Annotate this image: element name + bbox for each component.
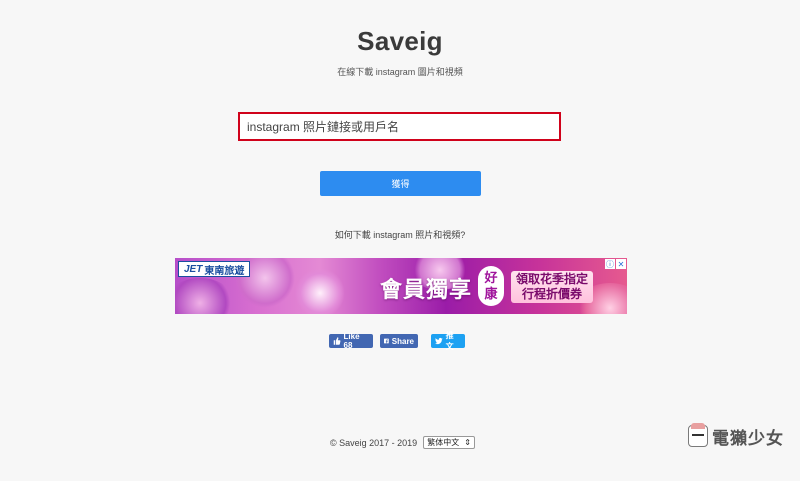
ad-close-icon[interactable]: ✕ [616,259,626,269]
search-input[interactable] [240,114,559,139]
howto-link[interactable]: 如何下載 instagram 照片和視頻? [0,228,800,241]
facebook-icon [384,338,389,344]
blossom-decoration [295,268,345,314]
ad-brand-name: 東南旅遊 [204,265,245,277]
like-label: Like 68 [343,332,360,350]
footer: © Saveig 2017 - 2019 繁体中文 ⇕ [330,436,475,449]
ad-choices: ⓘ ✕ [605,259,626,269]
mascot-face-icon [688,423,708,447]
language-value: 繁体中文 [427,438,460,447]
site-title: Saveig [357,26,443,56]
ad-headline: 會員獨享 [380,277,473,302]
ad-badge: 好 康 [478,266,504,306]
ad-brand-logo: JET 東南旅遊 [178,261,251,277]
site-subtitle: 在線下載 instagram 圖片和視頻 [337,67,463,77]
watermark: 電獺少女 [688,420,800,452]
tweet-label: 推文 [445,331,454,351]
watermark-text: 電獺少女 [712,428,784,448]
twitter-bird-icon [435,337,443,345]
submit-button[interactable]: 獲得 [320,171,481,196]
search-box[interactable] [238,112,561,141]
ad-badge-bottom: 康 [484,286,498,301]
ad-promo: 領取花季指定 行程折價券 [511,271,594,303]
ad-badge-top: 好 [484,270,498,285]
ad-promo-line2: 行程折價券 [522,287,583,301]
copyright-text: © Saveig 2017 - 2019 [330,437,418,448]
blossom-decoration [175,278,235,314]
facebook-share-button[interactable]: Share [380,334,418,348]
twitter-tweet-button[interactable]: 推文 [431,331,465,351]
ad-banner[interactable]: JET 東南旅遊 會員獨享 好 康 領取花季指定 行程折價券 ⓘ ✕ [175,258,627,314]
ad-info-icon[interactable]: ⓘ [605,259,615,269]
select-arrows-icon: ⇕ [464,438,471,447]
ad-brand-mark: JET [184,263,203,275]
language-select[interactable]: 繁体中文 ⇕ [423,436,475,449]
ad-promo-line1: 領取花季指定 [516,272,589,286]
facebook-like-button[interactable]: Like 68 [329,332,373,350]
share-label: Share [391,336,414,346]
thumbs-up-icon [333,337,341,345]
